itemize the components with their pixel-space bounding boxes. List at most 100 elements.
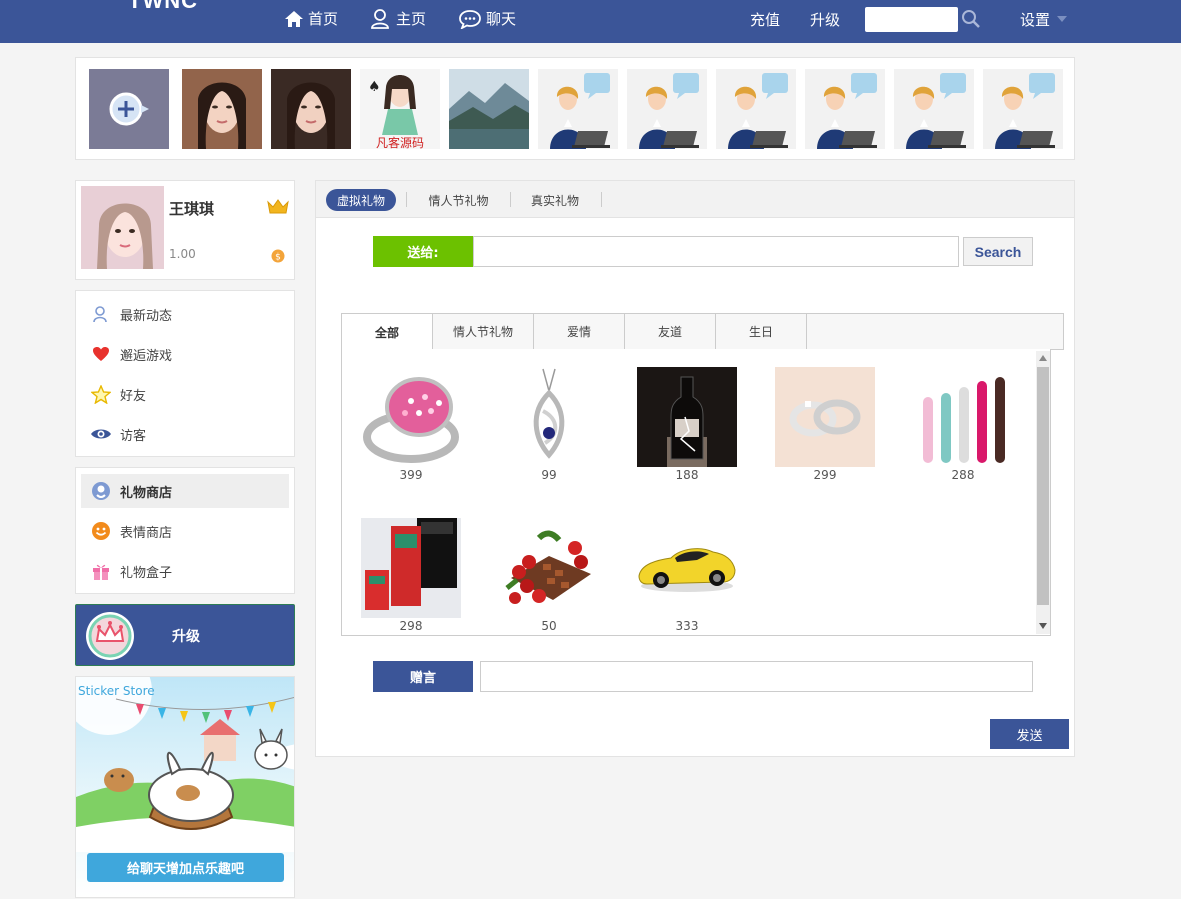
tab-virtual-gifts[interactable]: 虚拟礼物 bbox=[326, 189, 396, 211]
gift-price: 399 bbox=[399, 468, 423, 482]
user-photo[interactable] bbox=[271, 69, 351, 149]
scroll-up-icon[interactable] bbox=[1039, 355, 1047, 361]
chat-icon bbox=[459, 9, 481, 29]
gift-price: 298 bbox=[399, 619, 423, 633]
nav-chat-label: 聊天 bbox=[486, 10, 517, 28]
sidebar-item-encounter[interactable]: 邂逅游戏 bbox=[81, 337, 289, 371]
gift-grid: 399 99 188 299 288 298 50 333 bbox=[341, 349, 1051, 636]
gift-category-tabs: 全部 情人节礼物 爱情 友道 生日 bbox=[341, 313, 1064, 350]
gift-price: 99 bbox=[541, 468, 557, 482]
gift-type-tabs: 虚拟礼物 情人节礼物 真实礼物 bbox=[316, 181, 1074, 218]
gift-item-sports-car[interactable]: 333 bbox=[637, 518, 737, 633]
sidebar-item-visitors[interactable]: 访客 bbox=[81, 417, 289, 451]
default-avatar[interactable] bbox=[983, 69, 1063, 149]
sticker-illustration: Sticker Store bbox=[76, 677, 294, 852]
coin-icon: $ bbox=[271, 249, 285, 263]
category-tab-all[interactable]: 全部 bbox=[342, 314, 433, 350]
user-icon bbox=[371, 8, 389, 29]
profile-card: 王琪琪 1.00 $ bbox=[75, 180, 295, 280]
sticker-promo-button[interactable]: 给聊天增加点乐趣吧 bbox=[87, 853, 284, 882]
user-photo[interactable]: ♠ 凡客源码 bbox=[360, 69, 440, 149]
settings-menu[interactable]: 设置 bbox=[1020, 9, 1050, 30]
svg-text:$: $ bbox=[275, 253, 281, 263]
category-tab-love[interactable]: 爱情 bbox=[534, 314, 625, 349]
sidebar-item-label: 邂逅游戏 bbox=[120, 348, 173, 364]
upgrade-banner[interactable]: 升级 bbox=[75, 604, 295, 666]
sidebar-item-label: 好友 bbox=[120, 388, 147, 404]
default-avatar[interactable] bbox=[627, 69, 707, 149]
nav-profile-label: 主页 bbox=[396, 10, 427, 28]
profile-name[interactable]: 王琪琪 bbox=[169, 198, 214, 219]
watermark-text: 凡客源码 bbox=[376, 135, 424, 149]
sidebar-item-news[interactable]: 最新动态 bbox=[81, 297, 289, 331]
site-logo[interactable]: TWNC bbox=[128, 0, 198, 14]
eye-icon bbox=[91, 429, 111, 439]
vip-crown-icon bbox=[86, 612, 134, 660]
home-icon bbox=[285, 10, 303, 27]
gift-item-ring[interactable]: 399 bbox=[361, 367, 461, 482]
recharge-link[interactable]: 充值 bbox=[750, 9, 780, 30]
scroll-down-icon[interactable] bbox=[1039, 623, 1047, 629]
sidebar-item-gift-shop[interactable]: 礼物商店 bbox=[81, 474, 289, 508]
default-avatar[interactable] bbox=[716, 69, 796, 149]
photo-strip: ♠ 凡客源码 bbox=[75, 57, 1075, 160]
scroll-thumb[interactable] bbox=[1037, 367, 1049, 605]
user-outline-icon bbox=[93, 306, 107, 323]
gift-box-icon bbox=[93, 564, 109, 580]
gift-grid-scrollbar[interactable] bbox=[1036, 351, 1050, 634]
sidebar-item-label: 访客 bbox=[120, 428, 147, 444]
gift-panel: 虚拟礼物 情人节礼物 真实礼物 送给: Search 全部 情人节礼物 爱情 友… bbox=[315, 180, 1075, 757]
sidebar-item-friends[interactable]: 好友 bbox=[81, 377, 289, 411]
avatar[interactable] bbox=[81, 186, 164, 269]
nav-home[interactable]: 首页 bbox=[284, 8, 338, 29]
message-input[interactable] bbox=[480, 661, 1033, 692]
user-photo[interactable] bbox=[182, 69, 262, 149]
tab-valentine-gifts[interactable]: 情人节礼物 bbox=[416, 189, 501, 211]
tab-divider bbox=[601, 192, 602, 207]
nav-home-label: 首页 bbox=[308, 10, 339, 28]
category-tab-friendship[interactable]: 友道 bbox=[625, 314, 716, 349]
sticker-store-promo[interactable]: Sticker Store 给聊天增加点乐趣吧 bbox=[75, 676, 295, 898]
gift-item-pendant[interactable]: 99 bbox=[499, 367, 599, 482]
sidebar-item-label: 最新动态 bbox=[120, 308, 173, 324]
gift-item-box[interactable]: 298 bbox=[361, 518, 461, 633]
star-icon bbox=[91, 384, 111, 404]
search-button[interactable]: Search bbox=[963, 237, 1033, 266]
nav-chat[interactable]: 聊天 bbox=[458, 8, 516, 29]
category-tab-birthday[interactable]: 生日 bbox=[716, 314, 807, 349]
gift-price: 188 bbox=[675, 468, 699, 482]
gift-item-couple-rings[interactable]: 299 bbox=[775, 367, 875, 482]
upgrade-label: 升级 bbox=[172, 629, 200, 645]
default-avatar[interactable] bbox=[538, 69, 618, 149]
message-label: 赠言 bbox=[373, 661, 473, 692]
category-tab-valentine[interactable]: 情人节礼物 bbox=[433, 314, 534, 349]
gift-item-roses[interactable]: 50 bbox=[499, 518, 599, 633]
default-avatar[interactable] bbox=[894, 69, 974, 149]
header-search-input[interactable] bbox=[865, 7, 958, 32]
search-icon[interactable] bbox=[961, 9, 981, 29]
sidebar-item-emoji-shop[interactable]: 表情商店 bbox=[81, 514, 289, 548]
gift-item-wine[interactable]: 188 bbox=[637, 367, 737, 482]
tab-real-gifts[interactable]: 真实礼物 bbox=[520, 189, 590, 211]
sidebar-item-label: 表情商店 bbox=[120, 525, 173, 541]
tab-divider bbox=[406, 192, 407, 207]
add-photo-button[interactable] bbox=[89, 69, 169, 149]
upgrade-link[interactable]: 升级 bbox=[810, 9, 840, 30]
sidebar-item-gift-box[interactable]: 礼物盒子 bbox=[81, 554, 289, 588]
default-avatar[interactable] bbox=[805, 69, 885, 149]
svg-text:♠: ♠ bbox=[368, 79, 381, 95]
chevron-down-icon bbox=[1057, 16, 1067, 22]
send-button[interactable]: 发送 bbox=[990, 719, 1069, 749]
gift-item-toys[interactable]: 288 bbox=[913, 367, 1013, 482]
nav-profile[interactable]: 主页 bbox=[370, 8, 426, 29]
sidebar-menu-primary: 最新动态 邂逅游戏 好友 访客 bbox=[75, 290, 295, 457]
landscape-photo[interactable] bbox=[449, 69, 529, 149]
sidebar-item-label: 礼物盒子 bbox=[120, 565, 173, 581]
heart-icon bbox=[93, 347, 109, 361]
recipient-input[interactable] bbox=[473, 236, 959, 267]
crown-icon bbox=[267, 199, 289, 214]
send-to-label: 送给: bbox=[373, 236, 473, 267]
tab-divider bbox=[510, 192, 511, 207]
gift-price: 288 bbox=[951, 468, 975, 482]
gift-price: 333 bbox=[675, 619, 699, 633]
